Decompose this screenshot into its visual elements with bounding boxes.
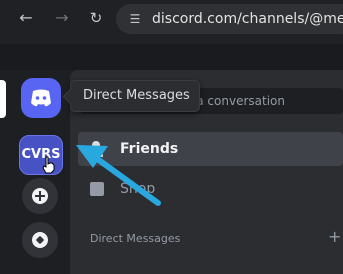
- create-dm-button[interactable]: +: [328, 228, 341, 246]
- site-settings-icon[interactable]: ☰: [126, 10, 144, 28]
- url-text[interactable]: discord.com/channels/@me: [152, 9, 343, 29]
- shop-nav-item[interactable]: Shop: [78, 174, 343, 204]
- back-arrow-icon[interactable]: ←: [16, 8, 36, 28]
- direct-messages-tooltip: Direct Messages: [70, 80, 200, 112]
- plus-icon: [32, 188, 48, 204]
- compass-icon: [32, 232, 48, 248]
- explore-servers-button[interactable]: [22, 222, 58, 258]
- friends-icon: [88, 141, 104, 157]
- browser-content-top: [0, 44, 343, 70]
- direct-messages-header: Direct Messages: [90, 232, 181, 245]
- selected-indicator: [0, 80, 6, 118]
- friends-label: Friends: [120, 141, 179, 157]
- friends-nav-item[interactable]: Friends: [78, 132, 343, 166]
- server-icon-cvrs[interactable]: CVRS: [19, 135, 63, 175]
- address-bar[interactable]: ☰ discord.com/channels/@me: [116, 4, 343, 34]
- forward-arrow-icon[interactable]: →: [52, 8, 72, 28]
- browser-toolbar: ← → ↻ ☰ discord.com/channels/@me: [0, 0, 343, 44]
- reload-icon[interactable]: ↻: [86, 8, 106, 28]
- direct-messages-home-button[interactable]: [21, 78, 61, 118]
- shop-label: Shop: [120, 181, 156, 197]
- add-server-button[interactable]: [22, 178, 58, 214]
- server-rail: CVRS: [0, 70, 70, 274]
- shop-icon: [90, 182, 104, 196]
- hand-cursor-icon: [42, 156, 55, 174]
- discord-logo-icon: [31, 89, 51, 107]
